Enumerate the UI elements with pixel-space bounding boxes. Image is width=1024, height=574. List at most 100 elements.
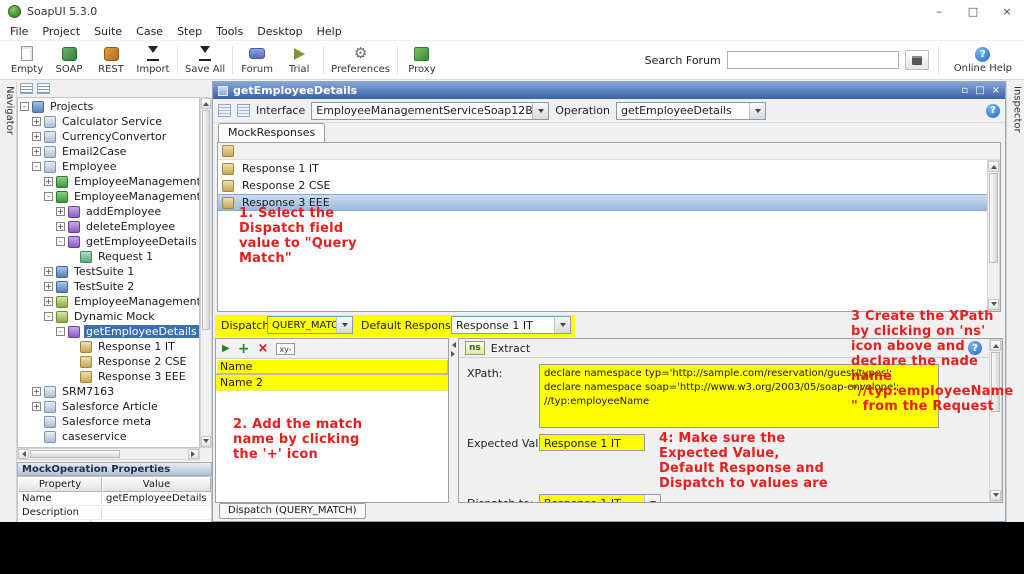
scroll-up-icon[interactable] xyxy=(988,161,999,172)
expand-toggle-icon[interactable]: - xyxy=(56,237,65,246)
forum-search-button[interactable] xyxy=(904,50,929,70)
inspector-side-tab[interactable]: Inspector xyxy=(1006,81,1024,522)
expected-value-input[interactable]: Response 1 IT xyxy=(539,434,645,451)
tree-item-operation[interactable]: + addEmployee xyxy=(18,204,199,219)
default-response-dropdown[interactable]: Response 1 IT xyxy=(451,316,571,334)
mockresponse-icon[interactable] xyxy=(222,145,234,157)
list-view-icon[interactable] xyxy=(237,104,250,117)
dispatch-to-dropdown[interactable]: Response 1 IT xyxy=(539,494,661,502)
tree-item-mockoperation-selected[interactable]: - getEmployeeDetails xyxy=(18,324,199,339)
expand-toggle-icon[interactable]: + xyxy=(44,282,53,291)
maximize-window-icon[interactable]: □ xyxy=(975,85,984,96)
navigator-side-tab[interactable]: Navigator xyxy=(0,81,17,522)
tree-item-testsuite[interactable]: + TestSuite 1 xyxy=(18,264,199,279)
tree-vertical-scrollbar[interactable] xyxy=(200,97,212,448)
delete-match-icon[interactable]: × xyxy=(257,342,268,355)
run-icon[interactable]: ▶ xyxy=(222,343,230,354)
expand-tree-icon[interactable] xyxy=(37,83,50,94)
extract-xpath-icon[interactable]: xy- xyxy=(276,342,295,355)
online-help-button[interactable]: ? Online Help xyxy=(948,46,1018,74)
tree-item-interface[interactable]: + EmployeeManagementServiceSoap1 xyxy=(18,174,199,189)
tree-item-project[interactable]: + Calculator Service xyxy=(18,114,199,129)
save-all-button[interactable]: Save All xyxy=(181,44,229,76)
expand-toggle-icon[interactable]: - xyxy=(20,102,29,111)
match-list-item[interactable]: Name 2 xyxy=(216,375,448,391)
expand-toggle-icon[interactable]: - xyxy=(44,312,53,321)
tree-item-project[interactable]: + Salesforce Article xyxy=(18,399,199,414)
menu-suite[interactable]: Suite xyxy=(87,23,129,40)
tree-item-operation[interactable]: + deleteEmployee xyxy=(18,219,199,234)
collapse-tree-icon[interactable] xyxy=(20,83,33,94)
expand-toggle-icon[interactable]: - xyxy=(32,162,41,171)
menu-file[interactable]: File xyxy=(3,23,35,40)
chevron-down-icon[interactable] xyxy=(554,317,570,333)
scrollbar-thumb[interactable] xyxy=(202,110,210,330)
close-window-icon[interactable]: × xyxy=(992,85,1000,96)
expand-toggle-icon[interactable]: + xyxy=(32,117,41,126)
collapse-left-icon[interactable] xyxy=(449,342,456,348)
forum-button[interactable]: Forum xyxy=(236,44,278,76)
tree-item-project[interactable]: Salesforce meta xyxy=(18,414,199,429)
tree-item-mockservice[interactable]: + EmployeeManagementServiceSoap1 xyxy=(18,294,199,309)
expand-toggle-icon[interactable]: + xyxy=(32,132,41,141)
tree-item-project[interactable]: - Employee xyxy=(18,159,199,174)
expand-toggle-icon[interactable]: + xyxy=(44,177,53,186)
trial-button[interactable]: Trial xyxy=(278,44,320,76)
tree-item-interface[interactable]: - EmployeeManagementServiceSoap1 xyxy=(18,189,199,204)
scroll-left-icon[interactable] xyxy=(18,449,29,459)
menu-help[interactable]: Help xyxy=(310,23,349,40)
tree-horizontal-scrollbar[interactable] xyxy=(17,448,200,460)
tab-mockresponses[interactable]: MockResponses xyxy=(218,123,326,142)
scroll-down-icon[interactable] xyxy=(990,490,1001,501)
responses-vertical-scrollbar[interactable] xyxy=(987,160,1000,311)
scrollbar-thumb[interactable] xyxy=(989,173,998,263)
tree-item-testsuite[interactable]: + TestSuite 2 xyxy=(18,279,199,294)
chevron-down-icon[interactable] xyxy=(644,495,660,502)
menu-tools[interactable]: Tools xyxy=(209,23,250,40)
chevron-down-icon[interactable] xyxy=(336,317,352,333)
response-list-item[interactable]: Response 1 IT xyxy=(218,160,1000,177)
maximize-button[interactable]: □ xyxy=(956,0,990,22)
expand-toggle-icon[interactable]: - xyxy=(56,327,65,336)
tree-item-operation[interactable]: - getEmployeeDetails xyxy=(18,234,199,249)
new-empty-project-button[interactable]: Empty xyxy=(6,44,48,76)
tree-item-project[interactable]: + SRM7163 xyxy=(18,384,199,399)
tree-item-mockresponse[interactable]: Response 3 EEE xyxy=(18,369,199,384)
expand-toggle-icon[interactable]: + xyxy=(56,207,65,216)
tree-item-mockresponse[interactable]: Response 2 CSE xyxy=(18,354,199,369)
chevron-down-icon[interactable] xyxy=(532,102,549,119)
add-match-icon[interactable]: + xyxy=(238,342,250,356)
expand-toggle-icon[interactable]: + xyxy=(32,387,41,396)
help-icon[interactable]: ? xyxy=(986,103,1000,118)
new-soap-project-button[interactable]: SOAP xyxy=(48,44,90,76)
scroll-down-icon[interactable] xyxy=(201,436,211,447)
property-value[interactable]: getEmployeeDetails xyxy=(102,493,211,504)
proxy-button[interactable]: Proxy xyxy=(401,44,443,76)
import-project-button[interactable]: Import xyxy=(132,44,174,76)
expand-toggle-icon[interactable]: + xyxy=(56,222,65,231)
float-window-icon[interactable]: ▫ xyxy=(961,85,968,96)
chevron-down-icon[interactable] xyxy=(749,102,765,119)
forum-search-input[interactable] xyxy=(726,51,899,69)
expand-toggle-icon[interactable]: + xyxy=(32,147,41,156)
tree-item-project[interactable]: + Email2Case xyxy=(18,144,199,159)
scroll-up-icon[interactable] xyxy=(201,98,211,109)
tree-item-project[interactable]: + CurrencyConvertor xyxy=(18,129,199,144)
tree-item-projects-root[interactable]: - Projects xyxy=(18,99,199,114)
expand-toggle-icon[interactable]: + xyxy=(32,402,41,411)
tree-item-project[interactable]: caseservice xyxy=(18,429,199,444)
menu-project[interactable]: Project xyxy=(35,23,87,40)
new-rest-project-button[interactable]: REST xyxy=(90,44,132,76)
dispatch-dropdown[interactable]: QUERY_MATCH xyxy=(267,316,353,334)
interface-dropdown[interactable]: EmployeeManagementServiceSoap12Binding xyxy=(311,101,550,120)
collapse-right-icon[interactable] xyxy=(451,351,458,357)
scrollbar-thumb[interactable] xyxy=(30,450,120,458)
sort-operations-icon[interactable] xyxy=(218,104,231,117)
declare-namespace-button[interactable]: ns xyxy=(465,341,485,355)
panel-splitter[interactable] xyxy=(450,338,457,503)
expand-toggle-icon[interactable]: - xyxy=(44,192,53,201)
expand-toggle-icon[interactable]: + xyxy=(44,297,53,306)
operation-dropdown[interactable]: getEmployeeDetails xyxy=(616,101,766,120)
preferences-button[interactable]: ⚙ Preferences xyxy=(327,44,394,76)
scroll-right-icon[interactable] xyxy=(188,449,199,459)
